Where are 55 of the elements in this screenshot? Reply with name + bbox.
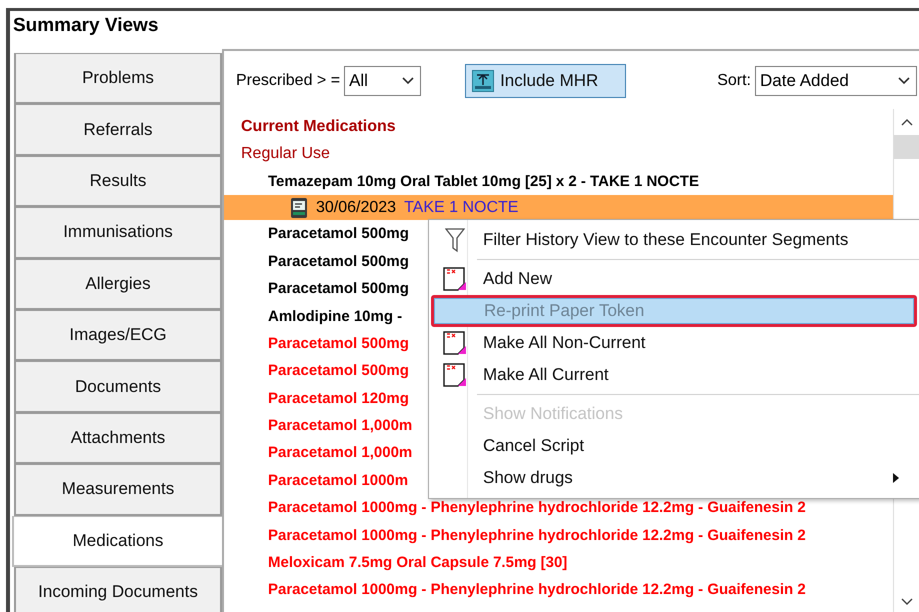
medication-item[interactable]: Paracetamol 500mg [268, 225, 409, 242]
sidebar-tab[interactable]: Measurements [14, 464, 222, 516]
chevron-down-icon [898, 77, 910, 85]
sort-dropdown[interactable]: Date Added [755, 66, 917, 96]
sidebar-tab[interactable]: Referrals [14, 104, 222, 156]
menu-item[interactable]: Make All Current [431, 359, 917, 391]
section-heading: Current Medications [241, 118, 396, 136]
menu-item[interactable]: Make All Non-Current [431, 327, 917, 359]
menu-item[interactable]: Add New [431, 263, 917, 295]
sidebar-tab[interactable]: Documents [14, 361, 222, 413]
window-title: Summary Views [12, 14, 160, 38]
menu-item[interactable]: Show drugs [431, 462, 917, 494]
upload-icon [472, 70, 494, 92]
sidebar-tab[interactable]: Results [14, 156, 222, 208]
scrollbar-thumb[interactable] [894, 135, 919, 159]
menu-item[interactable]: Cancel Script [431, 430, 917, 462]
sidebar-tab[interactable]: Problems [14, 53, 222, 104]
document-icon [290, 196, 308, 219]
medication-item[interactable]: Paracetamol 500mg [268, 334, 409, 352]
medication-item[interactable]: Paracetamol 1,000m [268, 417, 412, 434]
medication-item[interactable]: Paracetamol 120mg [268, 390, 409, 407]
script-row[interactable]: 30/06/2023 TAKE 1 NOCTE [224, 195, 893, 220]
sidebar-tab[interactable]: Images/ECG [14, 310, 222, 362]
sidebar-tab[interactable]: Incoming Documents [14, 566, 222, 612]
medication-item[interactable]: Amlodipine 10mg - [268, 308, 402, 325]
script-instruction: TAKE 1 NOCTE [404, 198, 518, 217]
medication-item[interactable]: Paracetamol 500mg [268, 252, 409, 270]
funnel-icon [445, 227, 465, 253]
prescribed-label: Prescribed > = [236, 72, 340, 90]
prescribed-dropdown[interactable]: All [344, 66, 422, 96]
include-mhr-button[interactable]: Include MHR [465, 64, 626, 98]
prescription-icon [442, 330, 468, 356]
medication-item[interactable]: Paracetamol 1000mg - Phenylephrine hydrochloride 12.2mg - Guaifenesin 2 [268, 581, 806, 598]
medication-item[interactable]: Paracetamol 1000m [268, 472, 408, 489]
medication-item[interactable]: Paracetamol 1000mg - Phenylephrine hydrochloride 12.2mg - Guaifenesin 2 [268, 499, 806, 516]
medication-item[interactable]: Paracetamol 1,000m [268, 444, 412, 462]
sidebar-tab[interactable]: Attachments [14, 412, 222, 464]
sidebar-tab[interactable]: Medications [12, 516, 222, 567]
chevron-down-icon[interactable] [900, 598, 912, 606]
prescription-icon [442, 266, 468, 292]
menu-item[interactable]: Filter History View to these Encounter Segments [431, 224, 917, 256]
medication-item[interactable]: Paracetamol 1000mg - Phenylephrine hydrochloride 12.2mg - Guaifenesin 2 [268, 526, 806, 544]
chevron-down-icon [402, 77, 414, 85]
sidebar-tab[interactable]: Allergies [14, 258, 222, 310]
subgroup-heading: Regular Use [241, 145, 330, 164]
sort-label: Sort: [717, 72, 751, 90]
medication-item[interactable]: Paracetamol 500mg [268, 362, 409, 380]
script-date: 30/06/2023 [316, 198, 396, 217]
prescription-icon [442, 362, 468, 388]
sidebar-tab[interactable]: Immunisations [14, 207, 222, 259]
medication-item[interactable]: Temazepam 10mg Oral Tablet 10mg [25] x 2 - TAKE 1 NOCTE [268, 172, 699, 190]
submenu-arrow-icon [893, 473, 899, 483]
chevron-up-icon[interactable] [900, 118, 912, 126]
medication-item[interactable]: Paracetamol 500mg [268, 280, 409, 298]
medication-item[interactable]: Meloxicam 7.5mg Oral Capsule 7.5mg [30] [268, 554, 568, 572]
